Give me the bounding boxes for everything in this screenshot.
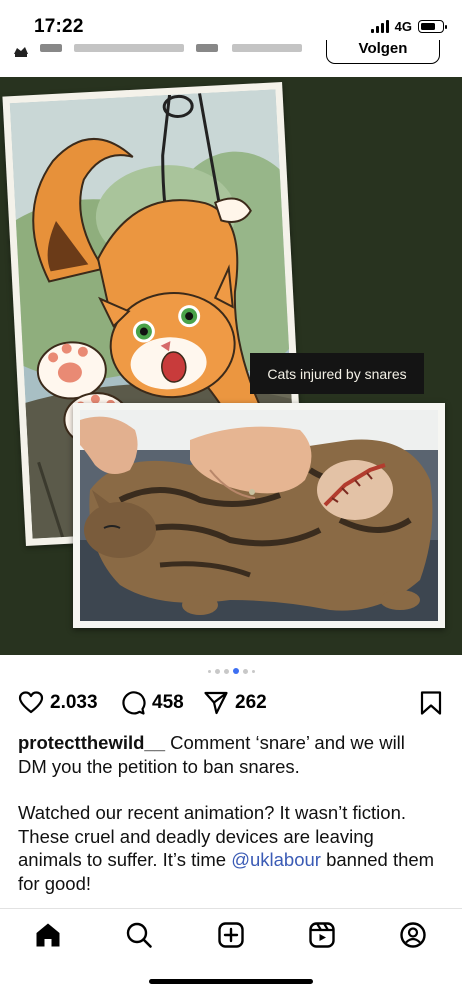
share-count: 262	[235, 692, 267, 713]
username-partial	[232, 44, 302, 52]
like-count: 2.033	[50, 692, 98, 713]
profile-icon	[400, 922, 426, 948]
post-caption: protectthewild__ Comment ‘snare’ and we …	[18, 731, 438, 918]
status-time: 17:22	[34, 16, 84, 37]
home-icon	[36, 923, 60, 947]
carousel-dot	[223, 668, 229, 674]
like-button[interactable]: 2.033	[18, 686, 98, 720]
reels-icon	[309, 922, 335, 948]
post-actions: 2.033 458 262	[0, 686, 462, 720]
nav-search[interactable]	[125, 921, 153, 949]
carousel-indicator	[0, 666, 462, 676]
post-header: Volgen	[0, 40, 462, 76]
share-button[interactable]: 262	[203, 686, 267, 720]
create-icon	[218, 922, 244, 948]
home-indicator[interactable]	[149, 979, 313, 984]
bookmark-icon[interactable]	[418, 690, 444, 716]
carousel-dot	[251, 669, 255, 673]
image-caption-box: Cats injured by snares	[250, 353, 424, 394]
nav-profile[interactable]	[399, 921, 427, 949]
search-icon	[126, 922, 152, 948]
nav-create[interactable]	[217, 921, 245, 949]
carousel-dot	[214, 668, 220, 674]
status-indicators: 4G	[370, 19, 447, 34]
username-partial	[74, 44, 184, 52]
network-type: 4G	[394, 19, 412, 34]
bottom-nav	[0, 908, 462, 1000]
username-partial	[40, 44, 62, 52]
carousel-dot	[207, 669, 211, 673]
carousel-dot-active	[232, 668, 239, 674]
caption-username[interactable]: protectthewild__	[18, 732, 165, 753]
nav-home[interactable]	[34, 921, 62, 949]
signal-icon	[370, 20, 389, 33]
username-partial	[196, 44, 218, 52]
heart-icon	[18, 691, 44, 714]
avatar[interactable]	[12, 42, 30, 60]
battery-icon	[418, 20, 447, 33]
injured-cat-photo	[73, 403, 445, 628]
post-image[interactable]: Cats injured by snares	[0, 77, 462, 655]
nav-reels[interactable]	[308, 921, 336, 949]
comment-count: 458	[152, 692, 184, 713]
mention-link[interactable]: @uklabour	[231, 849, 321, 870]
comment-button[interactable]: 458	[120, 686, 184, 720]
comment-icon	[122, 691, 146, 715]
follow-button[interactable]: Volgen	[326, 40, 440, 64]
carousel-dot	[242, 668, 248, 674]
send-icon	[204, 691, 228, 715]
